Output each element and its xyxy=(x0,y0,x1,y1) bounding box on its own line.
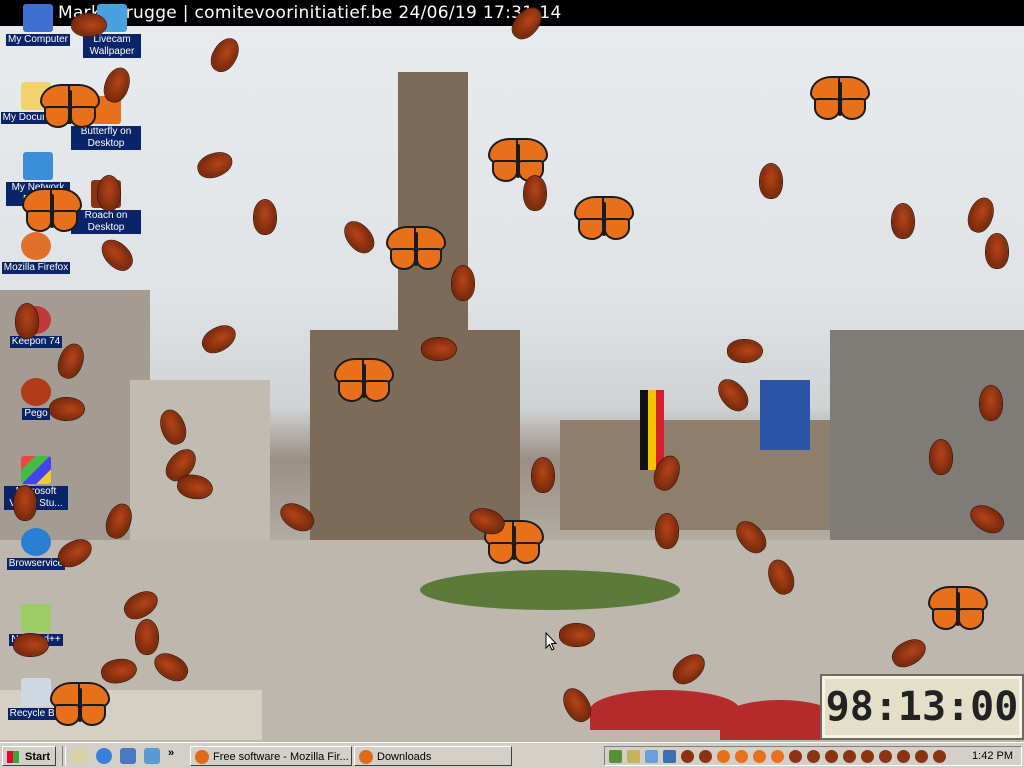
task-label: Free software - Mozilla Fir... xyxy=(213,751,349,763)
webcam-wallpaper: Markt Brugge | comitevoorinitiatief.be 2… xyxy=(0,0,1024,742)
windows-logo-icon xyxy=(7,751,19,763)
windows-media-icon[interactable] xyxy=(120,748,136,764)
roach-sprite[interactable] xyxy=(524,176,546,210)
taskbar: Start » Free software - Mozilla Fir... D… xyxy=(0,742,1024,768)
butterfly-sprite[interactable] xyxy=(40,84,100,130)
roach-sprite[interactable] xyxy=(97,235,137,275)
tray-butterfly-icon[interactable] xyxy=(753,750,766,763)
roach-sprite[interactable] xyxy=(72,14,106,36)
butterfly-sprite[interactable] xyxy=(22,188,82,234)
butterfly-sprite[interactable] xyxy=(334,358,394,404)
roach-sprite[interactable] xyxy=(930,440,952,474)
desktop-icon-label: Pego xyxy=(22,408,50,420)
roach-sprite[interactable] xyxy=(98,176,120,210)
butterfly-sprite[interactable] xyxy=(810,76,870,122)
quick-launch-separator xyxy=(62,746,66,766)
fountain-lawn xyxy=(420,570,680,610)
roach-sprite[interactable] xyxy=(14,634,48,656)
roach-sprite[interactable] xyxy=(713,374,753,416)
tray-roach-icon[interactable] xyxy=(825,750,838,763)
roach-sprite[interactable] xyxy=(339,216,379,258)
tray-butterfly-icon[interactable] xyxy=(717,750,730,763)
butterfly-sprite[interactable] xyxy=(928,586,988,632)
roach-sprite[interactable] xyxy=(422,338,456,360)
roach-sprite[interactable] xyxy=(728,340,762,362)
roach-sprite[interactable] xyxy=(892,204,914,238)
quick-launch-app-icon[interactable] xyxy=(144,748,160,764)
digital-clock-widget[interactable]: 98:13:00 xyxy=(820,674,1024,740)
butterfly-sprite[interactable] xyxy=(50,682,110,728)
roach-sprite[interactable] xyxy=(254,200,276,234)
flag-eu xyxy=(760,380,810,450)
start-label: Start xyxy=(25,751,51,763)
roach-sprite[interactable] xyxy=(980,386,1002,420)
butterfly-sprite[interactable] xyxy=(386,226,446,272)
desktop-icon-label: My Computer xyxy=(5,34,70,46)
tray-roach-icon[interactable] xyxy=(699,750,712,763)
tray-roach-icon[interactable] xyxy=(933,750,946,763)
tray-roach-icon[interactable] xyxy=(681,750,694,763)
butterfly-sprite[interactable] xyxy=(574,196,634,242)
umbrella-1 xyxy=(590,690,740,730)
system-tray: 1:42 PM xyxy=(604,746,1022,766)
internet-explorer-icon[interactable] xyxy=(96,748,112,764)
task-label: Downloads xyxy=(377,751,432,763)
recycle-bin-icon xyxy=(21,678,51,706)
tray-roach-icon[interactable] xyxy=(915,750,928,763)
tray-butterfly-icon[interactable] xyxy=(771,750,784,763)
tray-roach-icon[interactable] xyxy=(861,750,874,763)
firefox-icon xyxy=(195,750,209,764)
roach-sprite[interactable] xyxy=(14,486,36,520)
tray-butterfly-icon[interactable] xyxy=(735,750,748,763)
tray-roach-icon[interactable] xyxy=(897,750,910,763)
desktop-icon-label: Livecam Wallpaper xyxy=(83,34,141,58)
roach-sprite[interactable] xyxy=(560,624,594,646)
start-button[interactable]: Start xyxy=(2,746,56,766)
roach-sprite[interactable] xyxy=(656,514,678,548)
roach-sprite[interactable] xyxy=(964,195,998,235)
mouse-cursor-icon xyxy=(545,632,557,651)
roach-sprite[interactable] xyxy=(195,148,235,182)
roach-sprite[interactable] xyxy=(50,398,84,420)
roach-sprite[interactable] xyxy=(198,320,240,358)
tray-app-icon[interactable] xyxy=(627,750,640,763)
desktop-icon-my-computer[interactable]: My Computer xyxy=(2,4,74,46)
tray-clock[interactable]: 1:42 PM xyxy=(972,747,1013,765)
visualstudio-icon xyxy=(21,456,51,484)
roach-sprite[interactable] xyxy=(452,266,474,300)
desktop-icon-mozilla-firefox[interactable]: Mozilla Firefox xyxy=(0,232,72,274)
roach-sprite[interactable] xyxy=(532,458,554,492)
browser-icon xyxy=(21,528,51,556)
tray-roach-icon[interactable] xyxy=(789,750,802,763)
computer-icon xyxy=(23,4,53,32)
roach-sprite[interactable] xyxy=(136,620,158,654)
notepad-icon xyxy=(21,604,51,632)
firefox-icon xyxy=(21,232,51,260)
webcam-banner: Markt Brugge | comitevoorinitiatief.be 2… xyxy=(0,0,1024,26)
desktop-icon-label: Browservice xyxy=(6,558,66,570)
desktop-icon-label: Keepon 74 xyxy=(9,336,63,348)
tray-roach-icon[interactable] xyxy=(807,750,820,763)
taskbar-button-firefox[interactable]: Free software - Mozilla Fir... xyxy=(190,746,352,766)
tray-app-icon[interactable] xyxy=(663,750,676,763)
tray-network-icon[interactable] xyxy=(609,750,622,763)
app-icon xyxy=(21,378,51,406)
tray-roach-icon[interactable] xyxy=(879,750,892,763)
roach-sprite[interactable] xyxy=(206,34,244,76)
tray-app-icon[interactable] xyxy=(645,750,658,763)
network-icon xyxy=(23,152,53,180)
tray-roach-icon[interactable] xyxy=(843,750,856,763)
flag-belgium xyxy=(640,390,664,470)
quick-launch-chevron-icon[interactable]: » xyxy=(168,747,174,759)
desktop-icon-visual-studio[interactable]: Microsoft Visual Stu... xyxy=(0,456,72,510)
show-desktop-icon[interactable] xyxy=(72,748,88,764)
roach-sprite[interactable] xyxy=(760,164,782,198)
firefox-icon xyxy=(359,750,373,764)
roach-sprite[interactable] xyxy=(986,234,1008,268)
roach-sprite[interactable] xyxy=(16,304,38,338)
taskbar-button-downloads[interactable]: Downloads xyxy=(354,746,512,766)
desktop-icon-label: Mozilla Firefox xyxy=(1,262,71,274)
